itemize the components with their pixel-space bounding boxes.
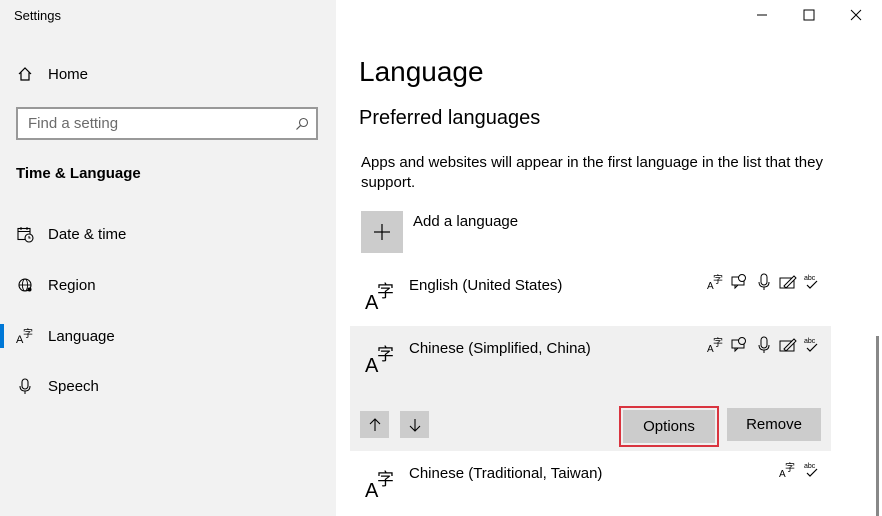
- svg-text:字: 字: [377, 470, 394, 490]
- spellcheck-icon: abc: [803, 273, 821, 291]
- sidebar-item-label: Region: [48, 276, 96, 294]
- search-box: [16, 107, 318, 140]
- language-name: English (United States): [409, 277, 563, 294]
- calendar-clock-icon: [16, 225, 34, 243]
- add-language-label[interactable]: Add a language: [413, 213, 518, 230]
- sidebar-item-label: Speech: [48, 377, 99, 395]
- sidebar-item-label: Home: [48, 65, 89, 83]
- language-item-chinese-simplified[interactable]: A字 Chinese (Simplified, China) A字 abc Op…: [350, 326, 831, 451]
- plus-icon: [374, 224, 390, 240]
- add-language-button[interactable]: [361, 211, 403, 253]
- sidebar-item-home[interactable]: Home: [0, 56, 336, 92]
- section-title: Time & Language: [16, 165, 141, 182]
- minimize-icon: [757, 14, 767, 16]
- close-button[interactable]: [833, 0, 879, 30]
- sidebar: Settings Home Time & Language Date & tim…: [0, 0, 336, 516]
- svg-text:字: 字: [713, 273, 723, 286]
- sidebar-item-speech[interactable]: Speech: [0, 368, 336, 404]
- svg-text:abc: abc: [804, 463, 816, 470]
- remove-button[interactable]: Remove: [727, 408, 821, 441]
- svg-text:abc: abc: [804, 275, 816, 282]
- svg-text:字: 字: [23, 327, 33, 340]
- speech-bubble-icon: [731, 273, 749, 291]
- speech-bubble-icon: [731, 336, 749, 354]
- sidebar-item-region[interactable]: Region: [0, 267, 336, 303]
- close-icon: [850, 9, 862, 21]
- active-indicator: [0, 324, 4, 348]
- arrow-down-icon: [409, 418, 420, 432]
- page-title: Language: [359, 56, 484, 87]
- arrow-up-icon: [369, 417, 380, 431]
- svg-text:字: 字: [377, 282, 394, 302]
- language-name: Chinese (Simplified, China): [409, 340, 591, 357]
- search-icon[interactable]: [295, 117, 309, 131]
- display-language-icon: A字: [779, 461, 797, 480]
- home-icon: [16, 65, 34, 83]
- scrollbar[interactable]: [876, 336, 879, 516]
- move-down-button[interactable]: [400, 411, 429, 438]
- microphone-icon: [16, 377, 34, 395]
- section-heading: Preferred languages: [359, 107, 541, 129]
- svg-text:字: 字: [713, 336, 723, 349]
- language-features: A字 abc: [779, 461, 821, 480]
- language-name: Chinese (Traditional, Taiwan): [409, 465, 603, 482]
- language-icon: A字: [364, 277, 398, 314]
- move-up-button[interactable]: [360, 411, 389, 438]
- maximize-button[interactable]: [786, 0, 832, 30]
- language-icon: A字: [364, 340, 398, 377]
- description-text: Apps and websites will appear in the fir…: [361, 154, 823, 191]
- sidebar-item-label: Language: [48, 327, 115, 345]
- display-language-icon: A字: [707, 273, 725, 292]
- language-features: A字 abc: [707, 336, 821, 355]
- app-title: Settings: [14, 8, 61, 23]
- svg-text:字: 字: [377, 345, 394, 365]
- search-input[interactable]: [18, 109, 268, 138]
- language-item-english[interactable]: A字 English (United States) A字 abc: [350, 263, 831, 323]
- minimize-button[interactable]: [739, 0, 785, 30]
- svg-text:字: 字: [785, 461, 795, 474]
- language-features: A字 abc: [707, 273, 821, 292]
- handwriting-icon: [779, 336, 797, 354]
- maximize-icon: [803, 9, 815, 21]
- svg-text:abc: abc: [804, 338, 816, 345]
- microphone-icon: [755, 273, 773, 291]
- microphone-icon: [755, 336, 773, 354]
- language-item-chinese-traditional[interactable]: A字 Chinese (Traditional, Taiwan) A字 abc: [350, 451, 831, 516]
- spellcheck-icon: abc: [803, 336, 821, 354]
- handwriting-icon: [779, 273, 797, 291]
- language-icon: A字: [16, 327, 34, 345]
- display-language-icon: A字: [707, 336, 725, 355]
- sidebar-item-label: Date & time: [48, 225, 127, 243]
- sidebar-item-date-time[interactable]: Date & time: [0, 216, 336, 252]
- options-button[interactable]: Options: [619, 406, 719, 447]
- sidebar-item-language[interactable]: A字 Language: [0, 318, 336, 354]
- spellcheck-icon: abc: [803, 461, 821, 479]
- language-icon: A字: [364, 465, 398, 502]
- globe-icon: [16, 276, 34, 294]
